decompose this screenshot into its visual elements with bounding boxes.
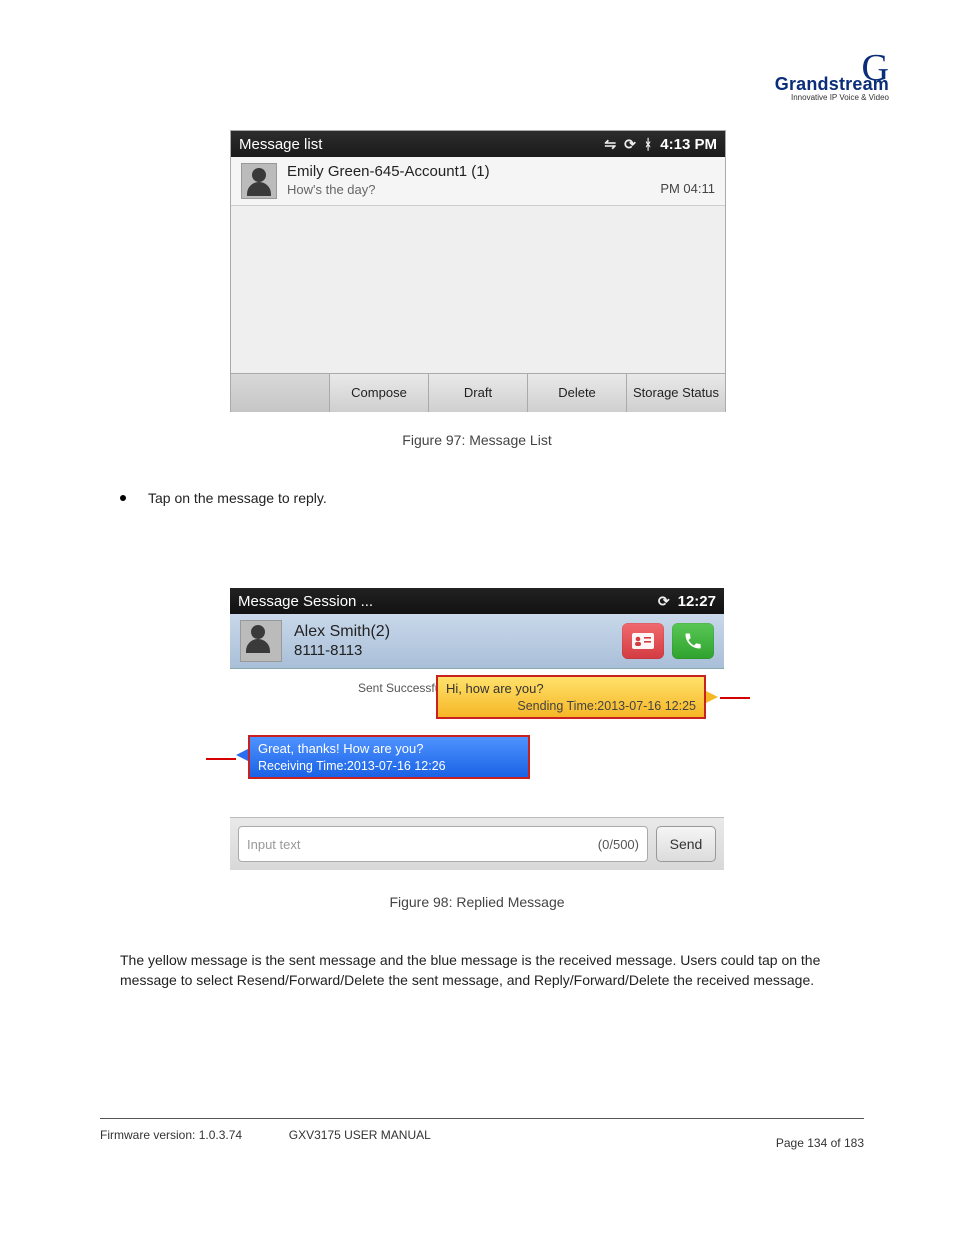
- incoming-message-text: Great, thanks! How are you?: [258, 741, 520, 756]
- message-row-title: Emily Green-645-Account1 (1): [287, 163, 660, 180]
- clock-time-2: 12:27: [678, 593, 716, 610]
- char-counter: (0/500): [598, 837, 639, 852]
- message-row-time: PM 04:11: [660, 181, 715, 196]
- contact-name: Alex Smith(2): [294, 623, 622, 641]
- draft-button[interactable]: Draft: [428, 374, 527, 412]
- footer-product: GXV3175 USER MANUAL: [289, 1128, 431, 1142]
- contact-number: 8111-8113: [294, 642, 622, 659]
- send-button[interactable]: Send: [656, 826, 716, 862]
- brand-tagline: Innovative IP Voice & Video: [775, 93, 889, 102]
- status-bar-2: Message Session ... ⟳ 12:27: [230, 588, 724, 614]
- footer-fw-label: Firmware version:: [100, 1128, 195, 1142]
- toolbar-blank: [231, 374, 329, 412]
- compose-button[interactable]: Compose: [329, 374, 428, 412]
- storage-status-button[interactable]: Storage Status: [626, 374, 725, 412]
- bullet-icon: [120, 495, 126, 501]
- avatar-icon: [241, 163, 277, 199]
- message-list-screen: Message list ⇋ ⟳ ᚼ 4:13 PM Emily Green-6…: [230, 130, 726, 412]
- bullet-text: Tap on the message to reply.: [148, 490, 327, 506]
- outgoing-message-text: Hi, how are you?: [446, 681, 696, 696]
- avatar-icon: [240, 620, 282, 662]
- bluetooth-icon: ᚼ: [644, 136, 652, 152]
- chat-area: Sent Successfully! Hi, how are you? Send…: [230, 669, 724, 817]
- brand-name: Grandstream: [775, 74, 889, 95]
- footer-rule: [100, 1118, 864, 1119]
- input-row: Input text (0/500) Send: [230, 817, 724, 870]
- body-paragraph: The yellow message is the sent message a…: [120, 950, 844, 991]
- screen-title-2: Message Session ...: [238, 593, 373, 610]
- clock-time: 4:13 PM: [660, 136, 717, 153]
- id-card-icon: [632, 633, 654, 649]
- session-header: Alex Smith(2) 8111-8113: [230, 614, 724, 669]
- footer-page-num: 134: [807, 1136, 827, 1150]
- bubble-tail-out-icon: [706, 691, 718, 703]
- bubble-tail-in-icon: [236, 749, 248, 761]
- footer-fw-value: 1.0.3.74: [199, 1128, 242, 1142]
- message-input[interactable]: Input text (0/500): [238, 826, 648, 862]
- status-bar: Message list ⇋ ⟳ ᚼ 4:13 PM: [231, 131, 725, 157]
- screen-title: Message list: [239, 136, 322, 153]
- footer-page-label: Page: [776, 1136, 804, 1150]
- footer-sub: [100, 1144, 103, 1156]
- incoming-message-bubble[interactable]: Great, thanks! How are you? Receiving Ti…: [248, 735, 530, 779]
- input-placeholder: Input text: [247, 837, 300, 852]
- brand-logo: G Grandstream Innovative IP Voice & Vide…: [775, 55, 889, 102]
- annotation-line-outgoing: [720, 697, 750, 699]
- footer-left: Firmware version: 1.0.3.74 GXV3175 USER …: [100, 1128, 431, 1156]
- message-row[interactable]: Emily Green-645-Account1 (1) How's the d…: [231, 157, 725, 206]
- phone-icon: [683, 631, 703, 651]
- call-transfer-icon: ⇋: [604, 136, 616, 153]
- figure-caption-2: Figure 98: Replied Message: [0, 894, 954, 910]
- footer-right: Page 134 of 183: [776, 1136, 864, 1150]
- message-session-screen: Message Session ... ⟳ 12:27 Alex Smith(2…: [230, 588, 724, 868]
- annotation-line-incoming: [206, 758, 236, 760]
- call-button[interactable]: [672, 623, 714, 659]
- delete-button[interactable]: Delete: [527, 374, 626, 412]
- refresh-icon: ⟳: [624, 136, 636, 153]
- outgoing-message-meta: Sending Time:2013-07-16 12:25: [446, 699, 696, 713]
- incoming-message-meta: Receiving Time:2013-07-16 12:26: [258, 759, 520, 773]
- outgoing-message-bubble[interactable]: Hi, how are you? Sending Time:2013-07-16…: [436, 675, 706, 719]
- message-row-preview: How's the day?: [287, 182, 660, 197]
- footer-page-total: of 183: [831, 1136, 864, 1150]
- message-list-body: Emily Green-645-Account1 (1) How's the d…: [231, 157, 725, 373]
- figure-caption-1: Figure 97: Message List: [0, 432, 954, 448]
- bottom-toolbar: Compose Draft Delete Storage Status: [231, 373, 725, 412]
- bullet-line: Tap on the message to reply.: [120, 490, 327, 506]
- contact-card-button[interactable]: [622, 623, 664, 659]
- refresh-icon: ⟳: [658, 593, 670, 610]
